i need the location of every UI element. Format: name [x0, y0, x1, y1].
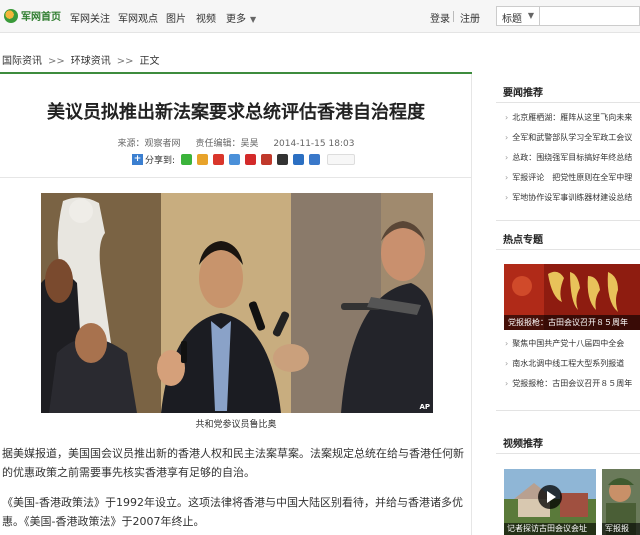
share-count-box — [327, 154, 356, 165]
article-main: 美议员拟推出新法案要求总统评估香港自治程度 来源：观察者网 责任编辑：吴昊 20… — [0, 74, 472, 535]
tencent-weibo-icon[interactable] — [229, 154, 241, 165]
breadcrumb-item-world[interactable]: 环球资讯 — [71, 56, 111, 67]
section-divider — [496, 410, 640, 411]
qq-icon[interactable] — [277, 154, 289, 165]
nav-link-video[interactable]: 视频 — [196, 10, 216, 25]
home-link-label: 军网首页 — [21, 12, 61, 23]
home-link[interactable]: 军网首页 — [4, 8, 61, 23]
weibo-icon[interactable] — [213, 154, 225, 165]
hot-topic-item[interactable]: 党报报枪：古田会议召开８５周年 — [505, 374, 640, 394]
news-item[interactable]: 总政：围绕强军目标搞好年终总结 — [505, 148, 640, 168]
breadcrumb-item-intl[interactable]: 国际资讯 — [2, 56, 42, 67]
more-share-icon[interactable] — [309, 154, 321, 165]
wechat-icon[interactable] — [181, 154, 193, 165]
article-paragraph: 《美国-香港政策法》于1992年设立。这项法律将香港与中国大陆区别看待，并给与香… — [2, 496, 463, 528]
qzone-icon[interactable] — [197, 154, 209, 165]
section-divider — [496, 453, 640, 454]
renren-icon[interactable] — [245, 154, 257, 165]
news-item[interactable]: 全军和武警部队学习全军政工会议 — [505, 128, 640, 148]
photo-caption: 共和党参议员鲁比奥 — [195, 420, 277, 430]
news-section-title: 要闻推荐 — [503, 88, 543, 99]
hot-topic-list: 聚焦中国共产党十八届四中全会 南水北调中线工程大型系列报道 党报报枪：古田会议召… — [505, 334, 640, 394]
hot-section-title: 热点专题 — [503, 235, 543, 246]
search-scope-select[interactable]: 标题 ▼ — [496, 6, 540, 26]
meta-divider — [0, 177, 472, 178]
login-link[interactable]: 登录 — [430, 10, 450, 25]
video-title: 军报报 — [602, 523, 640, 535]
news-item[interactable]: 北京雁栖湖：雁阵从这里飞向未来 — [505, 108, 640, 128]
search-scope-value: 标题 — [502, 14, 522, 25]
hot-topic-banner[interactable]: 党报报枪：古田会议召开８５周年 — [504, 264, 640, 330]
kaixin-icon[interactable] — [293, 154, 305, 165]
share-bar: + 分享到: — [132, 153, 356, 166]
nav-divider — [453, 11, 454, 22]
register-link[interactable]: 注册 — [460, 10, 480, 25]
video-thumbnail[interactable]: 军报报 — [602, 469, 640, 535]
site-logo-icon — [4, 8, 18, 23]
article-meta: 来源：观察者网 责任编辑：吴昊 2014-11-15 18:03 — [0, 136, 472, 149]
news-item[interactable]: 军地协作设军事训练器材建设总结 — [505, 188, 640, 208]
video-section-title: 视频推荐 — [503, 439, 543, 450]
breadcrumb-separator: >> — [48, 56, 65, 67]
nav-link-focus[interactable]: 军网关注 — [70, 10, 110, 25]
nav-link-more[interactable]: 更多 ▼ — [226, 10, 256, 25]
breadcrumb: 国际资讯 >> 环球资讯 >> 正文 — [2, 52, 160, 67]
chevron-down-icon: ▼ — [250, 15, 257, 24]
article-source: 来源：观察者网 — [117, 139, 181, 149]
news-item[interactable]: 军报评论 把党性原则在全军中理 — [505, 168, 640, 188]
article-datetime: 2014-11-15 18:03 — [273, 139, 355, 149]
article-headline: 美议员拟推出新法案要求总统评估香港自治程度 — [47, 102, 425, 123]
video-thumbnail[interactable]: 记者探访古田会议会址 — [504, 469, 596, 535]
douban-icon[interactable] — [261, 154, 273, 165]
article-photo: AP — [41, 193, 433, 413]
article-editor: 责任编辑：吴昊 — [195, 139, 259, 149]
article-paragraph: 据美媒报道，美国国会议员推出新的香港人权和民主法案草案。法案规定总统在给与香港任… — [2, 447, 464, 479]
hot-topic-banner-label: 党报报枪：古田会议召开８５周年 — [504, 315, 640, 330]
photo-credit: AP — [419, 403, 430, 411]
top-nav-bar: 军网首页 军网关注 军网观点 图片 视频 更多 ▼ 登录 注册 标题 ▼ — [0, 0, 640, 33]
play-icon[interactable] — [538, 485, 562, 509]
section-divider — [496, 220, 640, 221]
hot-topic-item[interactable]: 聚焦中国共产党十八届四中全会 — [505, 334, 640, 354]
nav-link-opinion[interactable]: 军网观点 — [118, 10, 158, 25]
sidebar: 要闻推荐 北京雁栖湖：雁阵从这里飞向未来 全军和武警部队学习全军政工会议 总政：… — [496, 74, 640, 535]
share-label: 分享到: — [145, 156, 176, 166]
hot-topic-item[interactable]: 南水北调中线工程大型系列报道 — [505, 354, 640, 374]
nav-link-photos[interactable]: 图片 — [166, 10, 186, 25]
video-title: 记者探访古田会议会址 — [504, 523, 596, 535]
breadcrumb-separator: >> — [116, 56, 134, 67]
share-button[interactable]: + 分享到: — [132, 153, 175, 166]
search-input[interactable] — [540, 6, 640, 26]
breadcrumb-item-current: 正文 — [139, 56, 160, 67]
news-list: 北京雁栖湖：雁阵从这里飞向未来 全军和武警部队学习全军政工会议 总政：围绕强军目… — [505, 108, 640, 208]
chevron-down-icon: ▼ — [527, 11, 534, 20]
section-divider — [496, 102, 640, 103]
nav-more-label: 更多 — [226, 14, 246, 25]
plus-icon: + — [132, 154, 143, 165]
photo-illustration — [41, 193, 433, 413]
section-divider — [496, 249, 640, 250]
